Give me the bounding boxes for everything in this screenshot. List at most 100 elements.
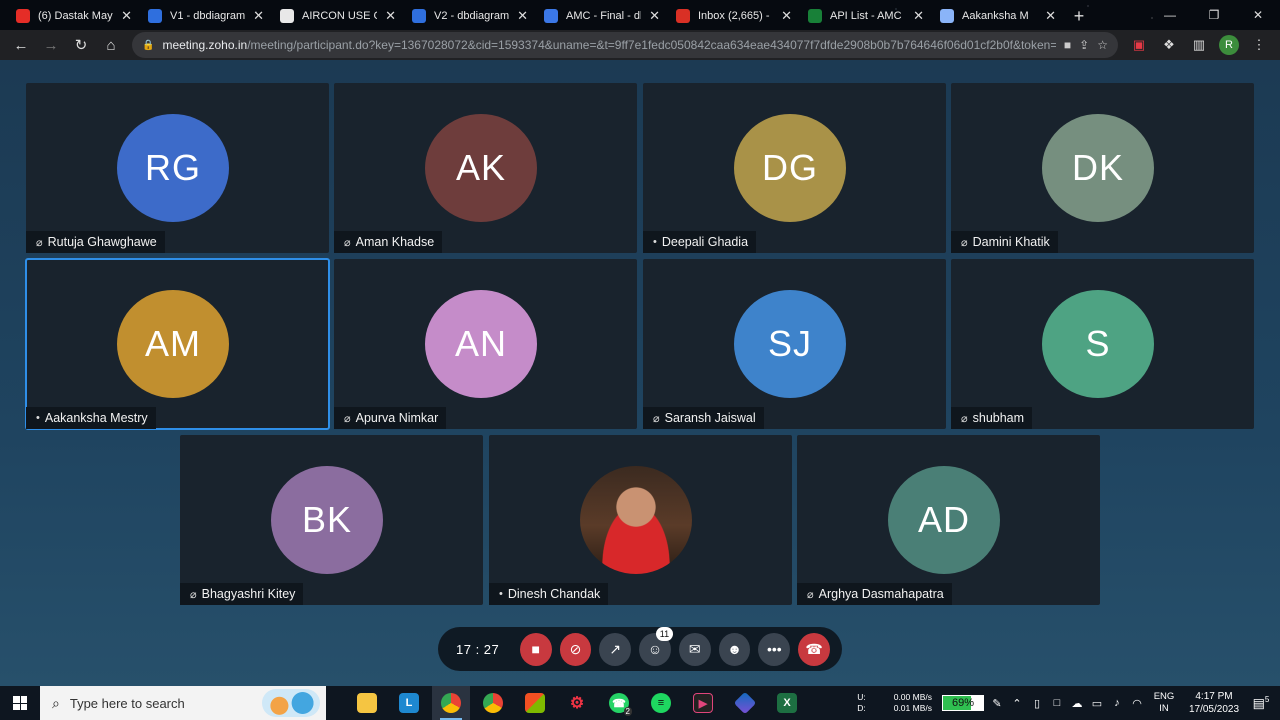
excel-app[interactable]: X	[768, 686, 806, 720]
notification-center-button[interactable]: ▤5	[1250, 695, 1272, 711]
language-indicator[interactable]: ENG IN	[1150, 691, 1178, 715]
volume-icon[interactable]: ♪	[1110, 697, 1124, 709]
close-tab-icon[interactable]: ✕	[385, 8, 396, 24]
wifi-icon[interactable]: ◠	[1130, 697, 1144, 710]
participant-tile[interactable]: RG ⌀ Rutuja Ghawghawe	[26, 83, 329, 253]
close-tab-icon[interactable]: ✕	[913, 8, 924, 24]
system-clock[interactable]: 4:17 PM 17/05/2023	[1184, 690, 1244, 716]
address-bar[interactable]: 🔒 meeting.zoho.in/meeting/participant.do…	[132, 32, 1118, 58]
mic-muted-icon: ⌀	[190, 588, 197, 601]
device-icon[interactable]: ▯	[1030, 697, 1044, 710]
side-panel-icon[interactable]: ▥	[1186, 32, 1212, 58]
screen-share-button[interactable]: ↗	[599, 632, 632, 666]
browser-tab[interactable]: API List - AMC - Google ✕	[800, 2, 932, 30]
more-options-button[interactable]: •••	[758, 632, 791, 666]
leave-meeting-button[interactable]: ☎	[798, 632, 830, 666]
reactions-button[interactable]: ☻	[718, 632, 751, 666]
participant-tile[interactable]: • Dinesh Chandak	[489, 435, 792, 605]
participant-name-bar: ⌀ Apurva Nimkar	[334, 407, 447, 429]
participant-tile[interactable]: AK ⌀ Aman Khadse	[334, 83, 637, 253]
taskbar-search[interactable]: ⌕ Type here to search	[40, 686, 326, 720]
browser-tab[interactable]: Inbox (2,665) - ru ✕	[668, 2, 800, 30]
meeting-controls-bar: 17 : 27 ■ ⊘ ↗ ☺ 11 ✉ ☻ ••• ☎	[438, 626, 842, 671]
browser-tab[interactable]: Aakanksha M ✕	[932, 2, 1064, 30]
participant-tile[interactable]: S ⌀ shubham	[951, 259, 1254, 429]
participant-tile[interactable]: AN ⌀ Apurva Nimkar	[334, 259, 637, 429]
bookmark-star-icon[interactable]: ☆	[1097, 38, 1108, 52]
participant-tile[interactable]: SJ ⌀ Saransh Jaiswal	[643, 259, 946, 429]
share-icon[interactable]: ⇪	[1079, 38, 1089, 52]
browser-tab[interactable]: AIRCON USE CASE ✕	[272, 2, 404, 30]
video-off-button[interactable]: ■	[519, 632, 552, 666]
participant-name-bar: ⌀ Rutuja Ghawghawe	[26, 231, 165, 253]
new-tab-button[interactable]: +	[1064, 2, 1094, 30]
battery-icon[interactable]: ▭	[1090, 697, 1104, 710]
participant-tile[interactable]: AM • Aakanksha Mestry	[25, 258, 330, 430]
start-button[interactable]	[0, 686, 40, 720]
chevron-up-icon[interactable]: ⌃	[1010, 697, 1024, 710]
more-dots-icon: •••	[766, 641, 782, 657]
battery-meter[interactable]: 69%	[942, 695, 984, 711]
participant-tile[interactable]: DK ⌀ Damini Khatik	[951, 83, 1254, 253]
pen-icon[interactable]: ✎	[990, 697, 1004, 710]
minimize-icon[interactable]: —	[1148, 0, 1192, 30]
file-explorer-app[interactable]	[348, 686, 386, 720]
mic-muted-button[interactable]: ⊘	[559, 632, 592, 666]
home-icon[interactable]: ⌂	[98, 32, 124, 58]
close-tab-icon[interactable]: ✕	[517, 8, 528, 24]
participant-avatar: RG	[117, 114, 229, 222]
camera-icon[interactable]: ■	[1064, 38, 1071, 52]
windows-taskbar: ⌕ Type here to search L ⚙ ☎ 2 ≡ ▶ X U: 0.0…	[0, 686, 1280, 720]
document-icon	[280, 9, 294, 23]
l-app[interactable]: L	[390, 686, 428, 720]
store-bag-icon	[525, 693, 545, 713]
spotify-app[interactable]: ≡	[642, 686, 680, 720]
browser-tab[interactable]: V2 - dbdiagram.io ✕	[404, 2, 536, 30]
browser-tab-strip: (6) Dastak Mayray✕V1 - dbdiagram.io✕AIRC…	[0, 0, 1280, 30]
forward-icon[interactable]: →	[38, 32, 64, 58]
mic-icon: •	[499, 588, 503, 600]
l-app-icon: L	[399, 693, 419, 713]
participant-tile[interactable]: BK ⌀ Bhagyashri Kitey	[180, 435, 483, 605]
browser-tab[interactable]: AMC - Final - dbdiagram ✕	[536, 2, 668, 30]
microsoft-store-app[interactable]	[516, 686, 554, 720]
maximize-icon[interactable]: ❐	[1192, 0, 1236, 30]
tab-list: (6) Dastak Mayray✕V1 - dbdiagram.io✕AIRC…	[8, 2, 1064, 30]
docs-icon	[544, 9, 558, 23]
chrome-profile-app[interactable]	[432, 686, 470, 720]
search-highlight-illustration	[262, 689, 320, 717]
menu-kebab-icon[interactable]: ⋮	[1246, 32, 1272, 58]
profile-button[interactable]: R	[1216, 32, 1242, 58]
close-tab-icon[interactable]: ✕	[649, 8, 660, 24]
chrome-app[interactable]	[474, 686, 512, 720]
close-tab-icon[interactable]: ✕	[121, 8, 132, 24]
back-icon[interactable]: ←	[8, 32, 34, 58]
extensions-puzzle-icon[interactable]: ❖	[1156, 32, 1182, 58]
browser-tab[interactable]: V1 - dbdiagram.io ✕	[140, 2, 272, 30]
close-tab-icon[interactable]: ✕	[253, 8, 264, 24]
pinned-apps: L ⚙ ☎ 2 ≡ ▶ X	[348, 686, 806, 720]
close-tab-icon[interactable]: ✕	[1045, 8, 1056, 24]
reload-icon[interactable]: ↻	[68, 32, 94, 58]
participant-name: Deepali Ghadia	[661, 235, 749, 249]
url-path: /meeting/participant.do?key=1367028072&c…	[247, 38, 1056, 52]
pocket-extension-icon[interactable]: ▣	[1126, 32, 1152, 58]
cloud-icon[interactable]: ☁	[1070, 697, 1084, 710]
whatsapp-app[interactable]: ☎ 2	[600, 686, 638, 720]
participants-button[interactable]: ☺ 11	[639, 626, 673, 666]
power-automate-app[interactable]	[726, 686, 764, 720]
close-tab-icon[interactable]: ✕	[781, 8, 792, 24]
chat-button[interactable]: ✉	[678, 632, 711, 666]
media-app[interactable]: ▶	[684, 686, 722, 720]
search-placeholder: Type here to search	[69, 695, 185, 711]
close-window-icon[interactable]: ✕	[1236, 0, 1280, 30]
display-icon[interactable]: □	[1050, 697, 1064, 709]
lock-icon[interactable]: 🔒	[142, 40, 154, 51]
settings-app[interactable]: ⚙	[558, 686, 596, 720]
participant-tile[interactable]: AD ⌀ Arghya Dasmahapatra	[797, 435, 1100, 605]
chat-icon: ✉	[688, 640, 701, 657]
participant-count-badge: 11	[655, 626, 673, 641]
participant-tile[interactable]: DG • Deepali Ghadia	[643, 83, 946, 253]
browser-tab[interactable]: (6) Dastak Mayray ✕	[8, 2, 140, 30]
system-tray: U: 0.00 MB/s D: 0.01 MB/s 69% ✎ ⌃ ▯ □ ☁ ▭ …	[857, 686, 1280, 720]
